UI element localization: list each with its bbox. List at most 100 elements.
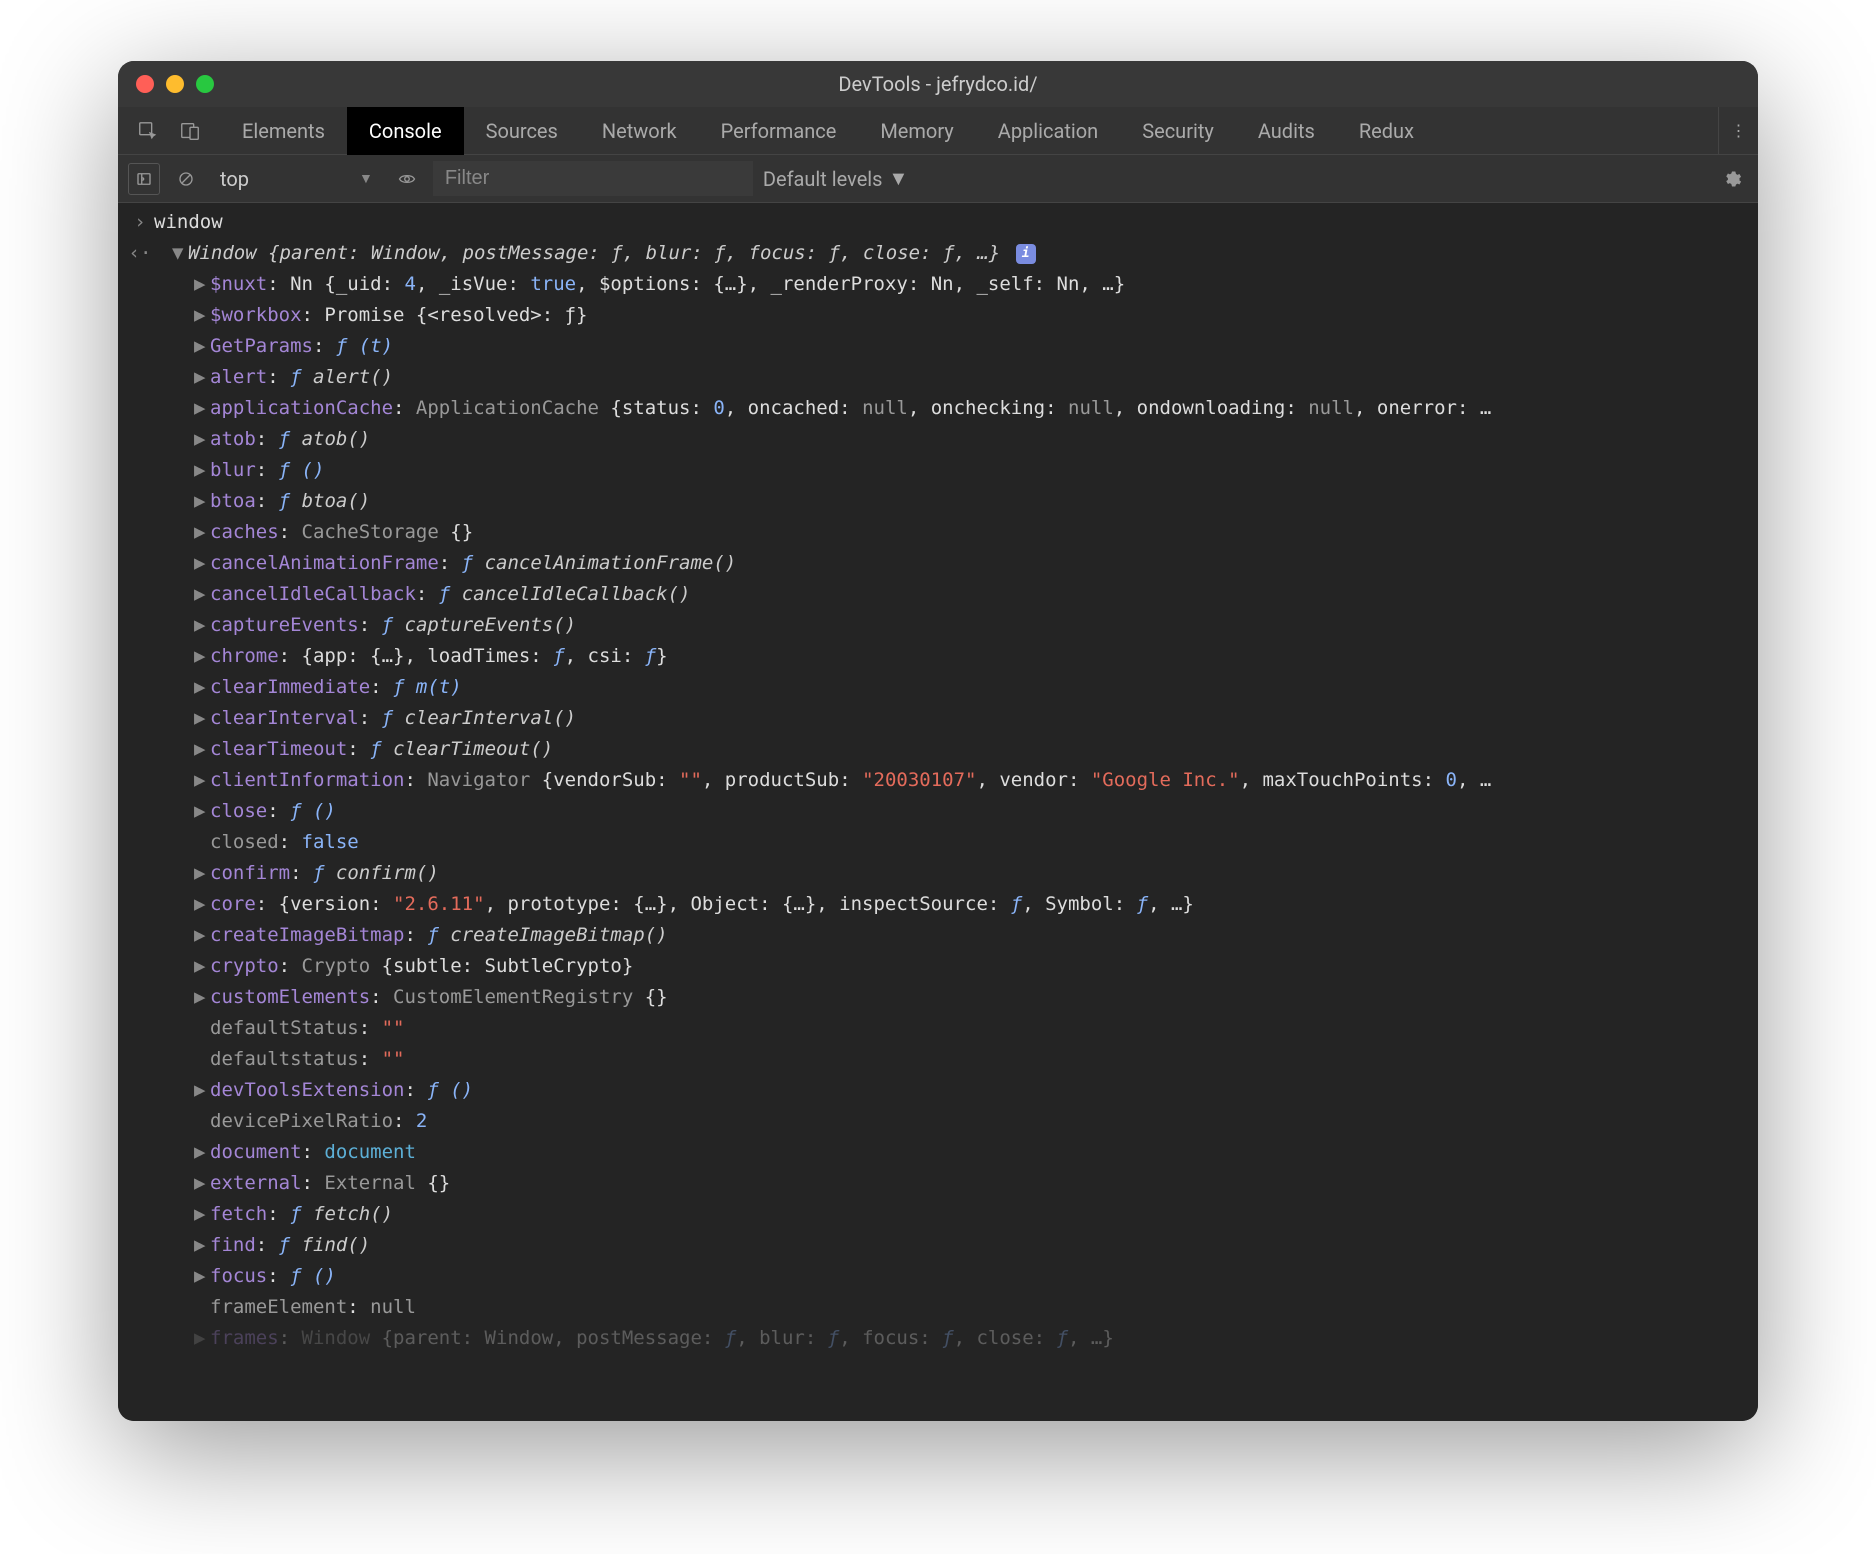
- expand-toggle-icon[interactable]: ▶: [194, 424, 210, 455]
- object-property-row[interactable]: ▶cancelAnimationFrame: ƒ cancelAnimation…: [154, 548, 1750, 579]
- console-prompt-icon: ›: [126, 207, 154, 238]
- device-toolbar-icon[interactable]: [172, 113, 208, 149]
- object-property-row[interactable]: defaultstatus: "": [154, 1044, 1750, 1075]
- expand-toggle-icon[interactable]: ▶: [194, 579, 210, 610]
- devtools-tabs: ElementsConsoleSourcesNetworkPerformance…: [118, 107, 1758, 155]
- object-property-row[interactable]: ▶customElements: CustomElementRegistry {…: [154, 982, 1750, 1013]
- expand-toggle-icon[interactable]: ▶: [194, 1199, 210, 1230]
- object-property-row[interactable]: devicePixelRatio: 2: [154, 1106, 1750, 1137]
- toggle-sidebar-button[interactable]: [128, 163, 160, 195]
- object-property-row[interactable]: ▶close: ƒ (): [154, 796, 1750, 827]
- console-result-icon: ‹·: [126, 238, 154, 269]
- expand-toggle-icon[interactable]: ▶: [194, 331, 210, 362]
- expand-toggle-icon[interactable]: ▶: [194, 486, 210, 517]
- object-property-row[interactable]: ▶btoa: ƒ btoa(): [154, 486, 1750, 517]
- live-expression-button[interactable]: [391, 163, 423, 195]
- tab-network[interactable]: Network: [580, 107, 699, 155]
- tab-application[interactable]: Application: [976, 107, 1120, 155]
- more-tabs-button[interactable]: ⋮: [1718, 107, 1758, 155]
- object-property-row[interactable]: ▶chrome: {app: {…}, loadTimes: ƒ, csi: ƒ…: [154, 641, 1750, 672]
- object-property-row[interactable]: ▶focus: ƒ (): [154, 1261, 1750, 1292]
- object-property-row[interactable]: ▶$nuxt: Nn {_uid: 4, _isVue: true, $opti…: [154, 269, 1750, 300]
- object-property-row[interactable]: ▶fetch: ƒ fetch(): [154, 1199, 1750, 1230]
- object-property-row[interactable]: ▶frames: Window {parent: Window, postMes…: [154, 1323, 1750, 1354]
- tab-sources[interactable]: Sources: [464, 107, 580, 155]
- clear-console-button[interactable]: [170, 163, 202, 195]
- object-property-row[interactable]: ▶find: ƒ find(): [154, 1230, 1750, 1261]
- expand-toggle-icon[interactable]: ▶: [194, 796, 210, 827]
- close-window-button[interactable]: [136, 75, 154, 93]
- minimize-window-button[interactable]: [166, 75, 184, 93]
- inspect-element-icon[interactable]: [130, 113, 166, 149]
- context-label: top: [220, 167, 249, 191]
- expand-toggle-icon[interactable]: ▶: [194, 672, 210, 703]
- console-settings-button[interactable]: [1716, 163, 1748, 195]
- expand-toggle-icon[interactable]: ▶: [194, 1261, 210, 1292]
- object-property-row[interactable]: ▶blur: ƒ (): [154, 455, 1750, 486]
- object-property-row[interactable]: ▶cancelIdleCallback: ƒ cancelIdleCallbac…: [154, 579, 1750, 610]
- tab-security[interactable]: Security: [1120, 107, 1236, 155]
- object-property-row[interactable]: ▶clearTimeout: ƒ clearTimeout(): [154, 734, 1750, 765]
- expand-toggle-icon[interactable]: ▶: [194, 455, 210, 486]
- console-result-root[interactable]: ▼Window {parent: Window, postMessage: ƒ,…: [154, 238, 1750, 269]
- maximize-window-button[interactable]: [196, 75, 214, 93]
- object-property-row[interactable]: ▶createImageBitmap: ƒ createImageBitmap(…: [154, 920, 1750, 951]
- expand-toggle-icon[interactable]: ▶: [194, 269, 210, 300]
- object-property-row[interactable]: ▶external: External {}: [154, 1168, 1750, 1199]
- expand-toggle-icon[interactable]: ▶: [194, 362, 210, 393]
- console-input-echo: window: [154, 207, 1750, 238]
- expand-toggle-icon[interactable]: ▶: [194, 734, 210, 765]
- expand-toggle-icon[interactable]: ▶: [194, 300, 210, 331]
- object-property-row[interactable]: ▶captureEvents: ƒ captureEvents(): [154, 610, 1750, 641]
- expand-toggle-icon[interactable]: ▶: [194, 641, 210, 672]
- object-property-row[interactable]: ▶document: document: [154, 1137, 1750, 1168]
- expand-toggle-icon[interactable]: ▶: [194, 889, 210, 920]
- object-property-row[interactable]: ▶applicationCache: ApplicationCache {sta…: [154, 393, 1750, 424]
- object-property-row[interactable]: frameElement: null: [154, 1292, 1750, 1323]
- object-property-row[interactable]: ▶devToolsExtension: ƒ (): [154, 1075, 1750, 1106]
- object-property-row[interactable]: defaultStatus: "": [154, 1013, 1750, 1044]
- chevron-down-icon: ▼: [359, 170, 373, 187]
- expand-toggle-icon[interactable]: ▶: [194, 1323, 210, 1354]
- console-output[interactable]: › window ‹· ▼Window {parent: Window, pos…: [118, 203, 1758, 1421]
- tab-audits[interactable]: Audits: [1236, 107, 1337, 155]
- expand-toggle-icon[interactable]: ▶: [194, 920, 210, 951]
- expand-toggle-icon[interactable]: ▶: [194, 858, 210, 889]
- expand-toggle-icon[interactable]: ▶: [194, 703, 210, 734]
- expand-toggle-icon[interactable]: ▶: [194, 517, 210, 548]
- tab-memory[interactable]: Memory: [858, 107, 975, 155]
- expand-toggle-icon[interactable]: ▶: [194, 951, 210, 982]
- log-levels-select[interactable]: Default levels ▼: [763, 166, 908, 191]
- expand-toggle-icon[interactable]: ▶: [194, 1230, 210, 1261]
- object-property-row[interactable]: ▶$workbox: Promise {<resolved>: ƒ}: [154, 300, 1750, 331]
- expand-toggle-icon[interactable]: ▶: [194, 982, 210, 1013]
- info-badge-icon[interactable]: i: [1016, 244, 1036, 264]
- expand-toggle-icon[interactable]: ▶: [194, 1137, 210, 1168]
- expand-toggle-icon[interactable]: ▶: [194, 393, 210, 424]
- object-property-row[interactable]: ▶GetParams: ƒ (t): [154, 331, 1750, 362]
- expand-toggle-icon[interactable]: ▼: [172, 238, 188, 269]
- filter-input[interactable]: [433, 161, 753, 196]
- object-property-row[interactable]: ▶alert: ƒ alert(): [154, 362, 1750, 393]
- window-titlebar: DevTools - jefrydco.id/: [118, 61, 1758, 107]
- tab-console[interactable]: Console: [347, 107, 464, 155]
- object-property-row[interactable]: ▶clearImmediate: ƒ m(t): [154, 672, 1750, 703]
- expand-toggle-icon[interactable]: ▶: [194, 765, 210, 796]
- object-property-row[interactable]: ▶clientInformation: Navigator {vendorSub…: [154, 765, 1750, 796]
- console-toolbar: top ▼ Default levels ▼: [118, 155, 1758, 203]
- object-property-row[interactable]: ▶clearInterval: ƒ clearInterval(): [154, 703, 1750, 734]
- tab-elements[interactable]: Elements: [220, 107, 347, 155]
- object-property-row[interactable]: ▶crypto: Crypto {subtle: SubtleCrypto}: [154, 951, 1750, 982]
- object-property-row[interactable]: ▶caches: CacheStorage {}: [154, 517, 1750, 548]
- execution-context-select[interactable]: top ▼: [212, 167, 381, 191]
- expand-toggle-icon[interactable]: ▶: [194, 548, 210, 579]
- object-property-row[interactable]: ▶atob: ƒ atob(): [154, 424, 1750, 455]
- expand-toggle-icon[interactable]: ▶: [194, 1168, 210, 1199]
- expand-toggle-icon[interactable]: ▶: [194, 1075, 210, 1106]
- object-property-row[interactable]: closed: false: [154, 827, 1750, 858]
- tab-redux[interactable]: Redux: [1337, 107, 1436, 155]
- object-property-row[interactable]: ▶confirm: ƒ confirm(): [154, 858, 1750, 889]
- tab-performance[interactable]: Performance: [699, 107, 859, 155]
- expand-toggle-icon[interactable]: ▶: [194, 610, 210, 641]
- object-property-row[interactable]: ▶core: {version: "2.6.11", prototype: {……: [154, 889, 1750, 920]
